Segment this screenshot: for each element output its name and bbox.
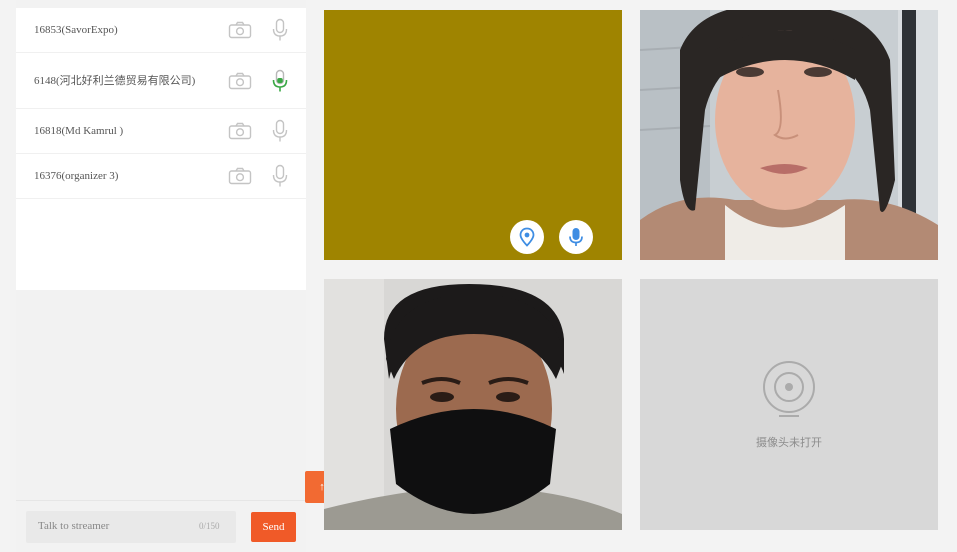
microphone-icon[interactable] <box>271 164 289 188</box>
camera-off-message: 摄像头未打开 <box>756 437 822 449</box>
camera-icon[interactable] <box>228 21 252 39</box>
live-room-page: 16853(SavorExpo) 6148(河北好利兰德贸易有限公司) 1681… <box>0 0 957 552</box>
participant-row: 16376(organizer 3) <box>16 154 306 199</box>
participant-video-feed <box>324 279 622 530</box>
participant-row: 6148(河北好利兰德贸易有限公司) <box>16 53 306 109</box>
video-tile-participant-man[interactable] <box>324 279 622 530</box>
participant-name: 6148(河北好利兰德贸易有限公司) <box>34 74 196 87</box>
webcam-off-icon <box>763 361 815 417</box>
participant-name: 16818(Md Kamrul ) <box>34 125 124 137</box>
pin-button[interactable] <box>510 220 544 254</box>
video-tile-shared-screen[interactable] <box>324 10 622 260</box>
microphone-filled-icon <box>569 228 583 246</box>
camera-icon[interactable] <box>228 72 252 90</box>
participant-name: 16853(SavorExpo) <box>34 24 118 36</box>
microphone-icon[interactable] <box>271 18 289 42</box>
chat-char-counter: 0/150 <box>199 521 220 531</box>
camera-icon[interactable] <box>228 167 252 185</box>
send-button[interactable]: Send <box>251 512 296 542</box>
video-tile-participant-woman[interactable] <box>640 10 938 260</box>
microphone-active-icon[interactable] <box>271 69 289 93</box>
participant-list: 16853(SavorExpo) 6148(河北好利兰德贸易有限公司) 1681… <box>16 8 306 290</box>
participant-name: 16376(organizer 3) <box>34 170 119 182</box>
chat-bar: Talk to streamer 0/150 Send <box>16 500 306 550</box>
location-pin-icon <box>519 227 535 247</box>
microphone-icon[interactable] <box>271 119 289 143</box>
camera-icon[interactable] <box>228 122 252 140</box>
video-tile-camera-off[interactable]: 摄像头未打开 <box>640 279 938 530</box>
participant-row: 16818(Md Kamrul ) <box>16 109 306 154</box>
participant-row: 16853(SavorExpo) <box>16 8 306 53</box>
participant-video-feed <box>640 10 938 260</box>
chat-placeholder: Talk to streamer <box>38 520 110 532</box>
sidebar: 16853(SavorExpo) 6148(河北好利兰德贸易有限公司) 1681… <box>16 0 306 552</box>
microphone-button[interactable] <box>559 220 593 254</box>
